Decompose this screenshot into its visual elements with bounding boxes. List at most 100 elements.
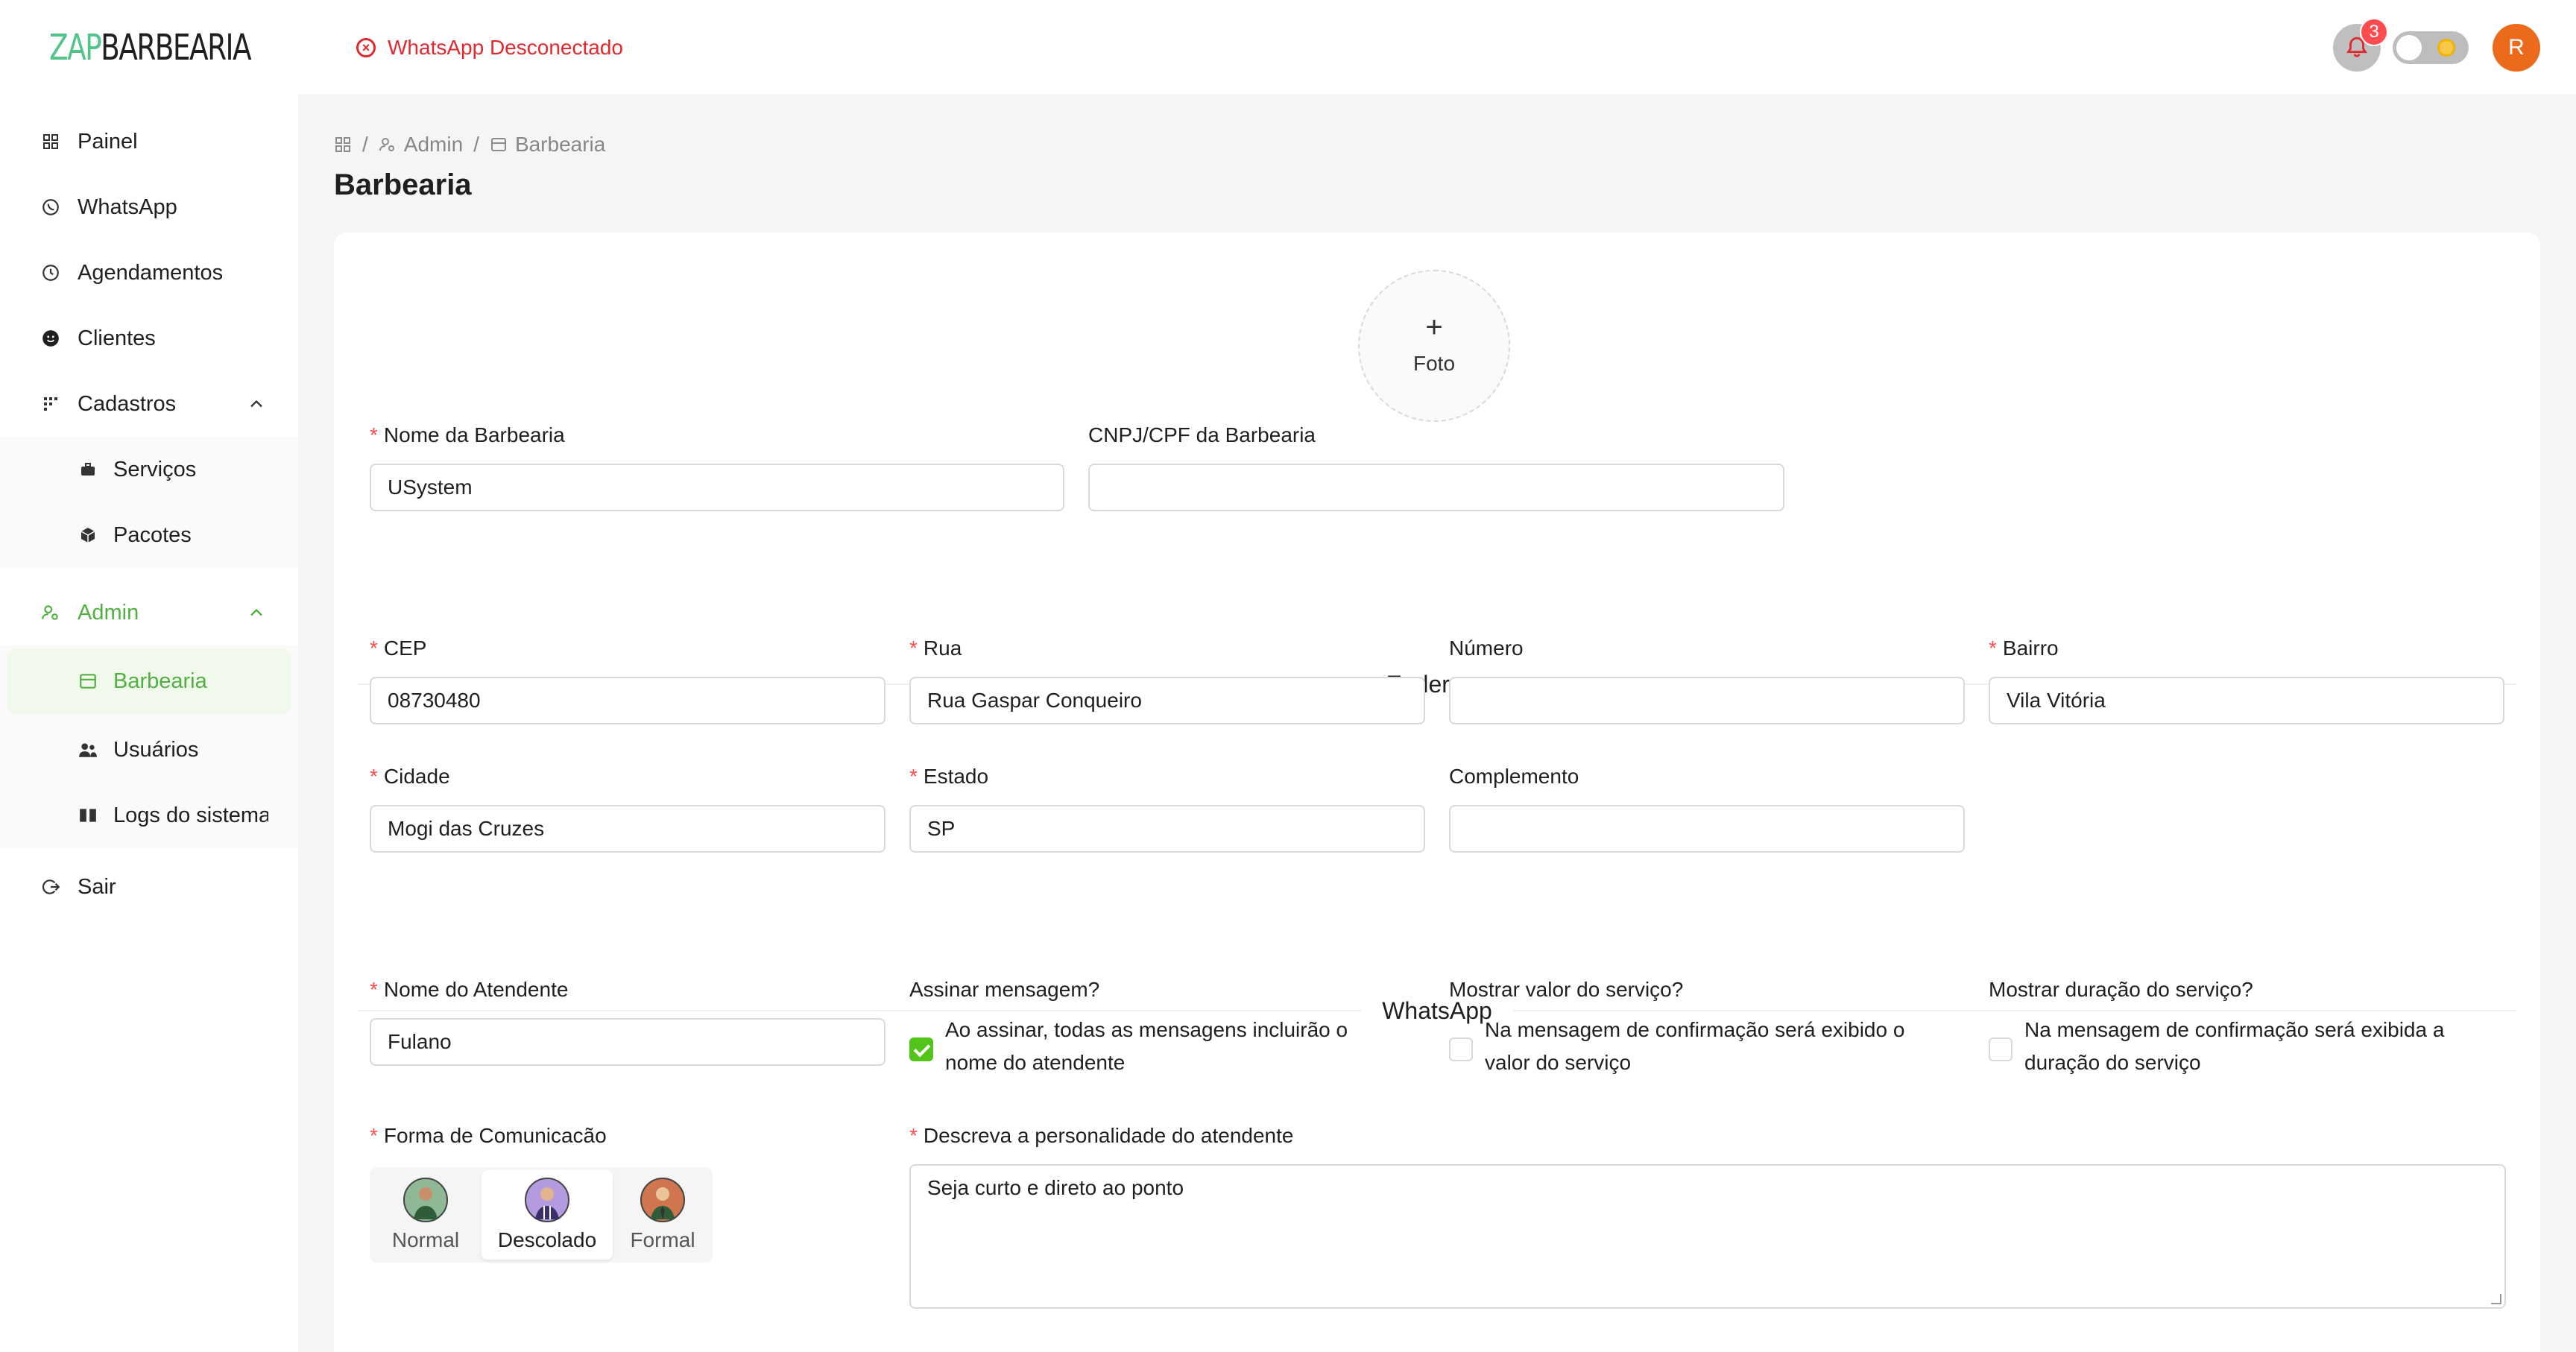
chevron-up-icon [250,608,262,616]
sidebar-item-agendamentos[interactable]: Agendamentos [0,240,298,306]
show-value-label: Mostrar valor do serviço? [1449,978,1684,1001]
notification-badge: 3 [2360,18,2388,46]
shop-icon [78,671,98,692]
state-label: * Estado [909,765,989,788]
whatsapp-status-text: WhatsApp Desconectado [388,36,623,59]
whatsapp-status: × WhatsApp Desconectado [356,33,623,63]
photo-upload-label: Foto [1412,352,1456,375]
avatar-formal-icon [640,1178,685,1222]
complement-label: Complemento [1449,765,1579,788]
settings-card: + Foto * Nome da Barbearia USystem CNPJ/C… [334,233,2540,1352]
logout-icon [40,876,61,897]
shop-name-input[interactable]: USystem [370,464,1064,511]
personality-label: * Descreva a personalidade do atendente [909,1124,1294,1147]
resize-handle[interactable] [2491,1294,2501,1304]
communication-segmented: Normal Descolado Formal [370,1167,713,1263]
sidebar-item-barbearia[interactable]: Barbearia [7,648,291,714]
sidebar-item-painel[interactable]: Painel [0,109,298,174]
book-icon [78,805,98,826]
cnpj-label: CNPJ/CPF da Barbearia [1088,423,1316,446]
cadastros-submenu: Serviços Pacotes [0,437,298,568]
photo-upload[interactable]: + Foto [1358,270,1510,422]
user-gear-icon [379,138,394,151]
app-logo[interactable]: ZAPBARBEARIA [49,28,252,67]
sidebar-item-label: Barbearia [113,669,207,693]
show-duration-checkbox[interactable] [1989,1037,2012,1061]
sidebar-item-clientes[interactable]: Clientes [0,306,298,371]
show-value-checkbox[interactable] [1449,1037,1473,1061]
sidebar-item-pacotes[interactable]: Pacotes [0,502,298,568]
sidebar-item-label: WhatsApp [78,195,177,219]
sidebar-item-label: Serviços [113,457,197,481]
theme-toggle[interactable] [2393,31,2469,64]
sidebar-item-label: Logs do sistema [113,803,268,827]
sign-label: Assinar mensagem? [909,978,1100,1001]
sidebar-item-cadastros[interactable]: Cadastros [0,371,298,437]
street-input[interactable]: Rua Gaspar Conqueiro [909,677,1425,724]
page-title: Barbearia [334,168,472,201]
district-label: * Bairro [1989,636,2059,660]
breadcrumb-admin[interactable]: Admin [379,133,463,157]
communication-label: * Forma de Comunicacão [370,1124,607,1147]
attendant-label: * Nome do Atendente [370,978,569,1001]
grid-dots-icon [40,394,61,414]
user-avatar[interactable]: R [2493,24,2540,72]
sidebar: Painel WhatsApp Agendamentos Clientes Ca… [0,94,298,1352]
complement-input[interactable] [1449,805,1965,853]
communication-option-normal[interactable]: Normal [373,1170,479,1260]
avatar-descolado-icon [525,1178,569,1222]
street-label: * Rua [909,636,962,660]
number-input[interactable] [1449,677,1965,724]
personality-textarea[interactable]: Seja curto e direto ao ponto [909,1164,2506,1309]
sidebar-item-sair[interactable]: Sair [0,854,298,920]
shop-icon [490,138,506,151]
sidebar-item-label: Pacotes [113,522,192,547]
show-duration-label: Mostrar duração do serviço? [1989,978,2253,1001]
sidebar-item-admin[interactable]: Admin [0,580,298,645]
sidebar-item-usuarios[interactable]: Usuários [0,717,298,783]
communication-option-formal[interactable]: Formal [616,1170,710,1260]
sidebar-item-logs[interactable]: Logs do sistema [0,783,298,848]
sidebar-item-label: Sair [78,874,116,899]
notifications-button[interactable]: 3 [2333,18,2388,72]
communication-option-label: Descolado [497,1228,597,1251]
sidebar-item-label: Usuários [113,737,199,762]
city-label: * Cidade [370,765,450,788]
breadcrumb-home[interactable] [334,136,352,154]
name-label: * Nome da Barbearia [370,423,565,446]
cep-field-label: * CEP [370,636,427,660]
admin-submenu: Barbearia Usuários Logs do sistema [0,645,298,848]
user-gear-icon [40,602,61,623]
communication-option-label: Normal [391,1228,460,1251]
cnpj-input[interactable] [1088,464,1784,511]
package-icon [78,525,98,546]
cep-input[interactable]: 08730480 [370,677,886,724]
breadcrumb-separator: / [473,133,479,156]
communication-option-descolado[interactable]: Descolado [482,1170,613,1260]
sign-message-checkbox[interactable] [909,1037,933,1061]
clock-icon [40,262,61,283]
district-input[interactable]: Vila Vitória [1989,677,2504,724]
breadcrumb: / Admin / Barbearia [334,131,605,158]
breadcrumb-separator: / [362,133,368,156]
main-content: / Admin / Barbearia Barbearia + Foto * No… [298,94,2576,1352]
smile-icon [40,328,61,349]
sidebar-item-whatsapp[interactable]: WhatsApp [0,174,298,240]
plus-icon: + [1425,311,1443,344]
attendant-input[interactable]: Fulano [370,1018,886,1066]
chevron-up-icon [250,399,262,408]
breadcrumb-current-label: Barbearia [514,133,606,156]
breadcrumb-admin-label: Admin [403,133,464,156]
state-input[interactable]: SP [909,805,1425,853]
breadcrumb-current: Barbearia [490,133,605,157]
sidebar-item-label: Agendamentos [78,260,224,285]
city-input[interactable]: Mogi das Cruzes [370,805,886,853]
number-label: Número [1449,636,1524,660]
toggle-knob [2396,35,2422,60]
dashboard-icon [335,137,350,152]
top-header: ZAPBARBEARIA × WhatsApp Desconectado 3 R [0,0,2576,94]
show-value-description: Na mensagem de confirmação será exibido … [1485,1018,1905,1074]
users-icon [78,739,98,760]
sidebar-item-servicos[interactable]: Serviços [0,437,298,502]
briefcase-icon [78,459,98,480]
